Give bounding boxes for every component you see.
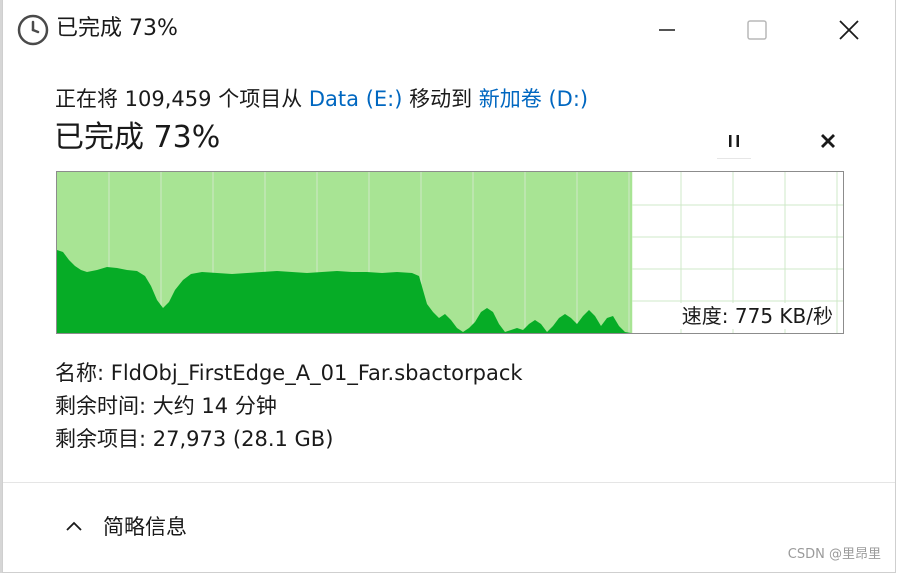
stop-button[interactable] [811,124,845,158]
pause-icon [729,135,739,147]
dialog-window: 已完成 73% 正在将 109,459 个项目从 Data (E:) 移动到 新… [2,0,896,573]
pause-button[interactable] [717,124,751,159]
close-button[interactable] [803,0,895,60]
less-details-toggle[interactable]: 简略信息 [103,512,187,542]
clock-icon [17,14,49,46]
speed-graph: 速度: 775 KB/秒 [56,171,844,334]
source-link[interactable]: Data (E:) [309,87,403,111]
footer-divider [3,482,895,483]
title-bar[interactable]: 已完成 73% [3,0,895,60]
destination-link[interactable]: 新加卷 (D:) [479,87,588,111]
maximize-icon [747,20,767,40]
copy-progress-dialog: 已完成 73% 正在将 109,459 个项目从 Data (E:) 移动到 新… [0,0,898,573]
transfer-prefix: 正在将 109,459 个项目从 [55,87,309,111]
close-icon [839,20,859,40]
items-remaining-line: 剩余项目: 27,973 (28.1 GB) [55,427,334,451]
transfer-description: 正在将 109,459 个项目从 Data (E:) 移动到 新加卷 (D:) [55,84,588,114]
time-remaining-line: 剩余时间: 大约 14 分钟 [55,394,277,418]
maximize-button[interactable] [711,0,803,60]
stop-icon [821,134,835,148]
watermark: CSDN @里昂里 [787,547,881,562]
window-title: 已完成 73% [56,16,178,41]
speed-label: 速度: 775 KB/秒 [675,303,835,329]
transfer-middle: 移动到 [402,87,479,111]
minimize-icon [659,29,675,31]
file-name-line: 名称: FldObj_FirstEdge_A_01_Far.sbactorpac… [55,361,523,385]
chevron-up-icon[interactable] [63,515,85,537]
progress-status: 已完成 73% [54,120,221,155]
minimize-button[interactable] [621,0,713,60]
